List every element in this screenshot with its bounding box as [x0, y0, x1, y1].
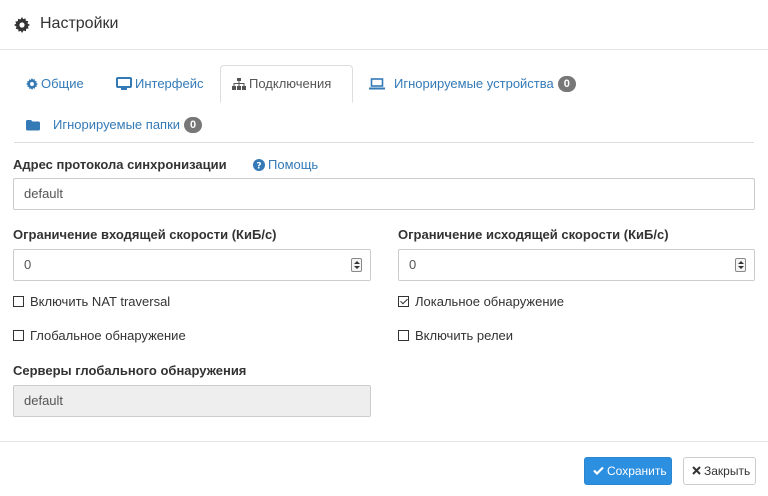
outgoing-rate-spinner[interactable] [735, 258, 746, 272]
sync-protocol-input[interactable]: default [13, 178, 755, 210]
ignored-folders-count-badge: 0 [184, 116, 203, 133]
tab-ignored-folders-label: Игнорируемые папки [53, 117, 181, 132]
outgoing-rate-label: Ограничение исходящей скорости (КиБ/с) [398, 227, 669, 242]
ignored-devices-count-badge: 0 [557, 75, 576, 92]
local-discovery-checkbox[interactable]: Локальное обнаружение [398, 294, 564, 309]
question-circle-icon: ? [253, 158, 265, 171]
global-servers-input[interactable]: default [13, 385, 371, 417]
nat-traversal-checkbox[interactable]: Включить NAT traversal [13, 294, 170, 309]
global-servers-label: Серверы глобального обнаружения [13, 363, 247, 378]
monitor-icon [116, 77, 132, 91]
save-button[interactable]: Сохранить [584, 457, 672, 485]
tab-interface[interactable]: Интерфейс [116, 65, 203, 103]
nat-traversal-label: Включить NAT traversal [30, 294, 171, 309]
relays-label: Включить релеи [415, 328, 514, 343]
tabs-divider [14, 142, 754, 143]
tab-ignored-folders[interactable]: Игнорируемые папки 0 [26, 106, 203, 144]
relays-checkbox[interactable]: Включить релеи [398, 328, 513, 343]
help-link[interactable]: ? Помощь [253, 157, 318, 172]
gear-icon [14, 17, 30, 33]
global-discovery-checkbox[interactable]: Глобальное обнаружение [13, 328, 186, 343]
check-icon [593, 467, 604, 476]
close-button-label: Закрыть [704, 464, 751, 478]
tab-connections[interactable]: Подключения [220, 65, 353, 103]
tab-ignored-devices[interactable]: Игнорируемые устройства 0 [369, 65, 576, 103]
close-button[interactable]: Закрыть [683, 457, 756, 485]
laptop-icon [369, 77, 385, 90]
close-icon [692, 466, 701, 476]
global-discovery-label: Глобальное обнаружение [30, 328, 186, 343]
incoming-rate-input[interactable]: 0 [13, 249, 371, 281]
svg-text:?: ? [256, 161, 261, 171]
global-discovery-box[interactable] [13, 329, 24, 341]
nat-traversal-box[interactable] [13, 295, 24, 307]
modal-title: Настройки [40, 15, 119, 32]
save-button-label: Сохранить [607, 464, 667, 478]
incoming-rate-value: 0 [24, 257, 32, 272]
relays-box[interactable] [398, 329, 409, 341]
incoming-rate-label: Ограничение входящей скорости (КиБ/с) [13, 227, 277, 242]
help-link-label: Помощь [268, 157, 319, 172]
sync-protocol-label: Адрес протокола синхронизации [13, 157, 227, 172]
outgoing-rate-value: 0 [409, 257, 417, 272]
modal-header: Настройки [0, 0, 768, 50]
local-discovery-box[interactable] [398, 295, 409, 307]
tab-connections-label: Подключения [249, 76, 332, 91]
folder-icon [26, 119, 40, 131]
outgoing-rate-input[interactable]: 0 [398, 249, 755, 281]
incoming-rate-spinner[interactable] [351, 258, 362, 272]
tab-general-label: Общие [41, 76, 84, 91]
tab-interface-label: Интерфейс [135, 76, 204, 91]
sitemap-icon [232, 77, 246, 90]
tab-general[interactable]: Общие [26, 65, 84, 103]
gear-icon [26, 77, 38, 90]
local-discovery-label: Локальное обнаружение [415, 294, 564, 309]
tab-ignored-devices-label: Игнорируемые устройства [394, 76, 554, 91]
footer-divider [0, 441, 768, 442]
